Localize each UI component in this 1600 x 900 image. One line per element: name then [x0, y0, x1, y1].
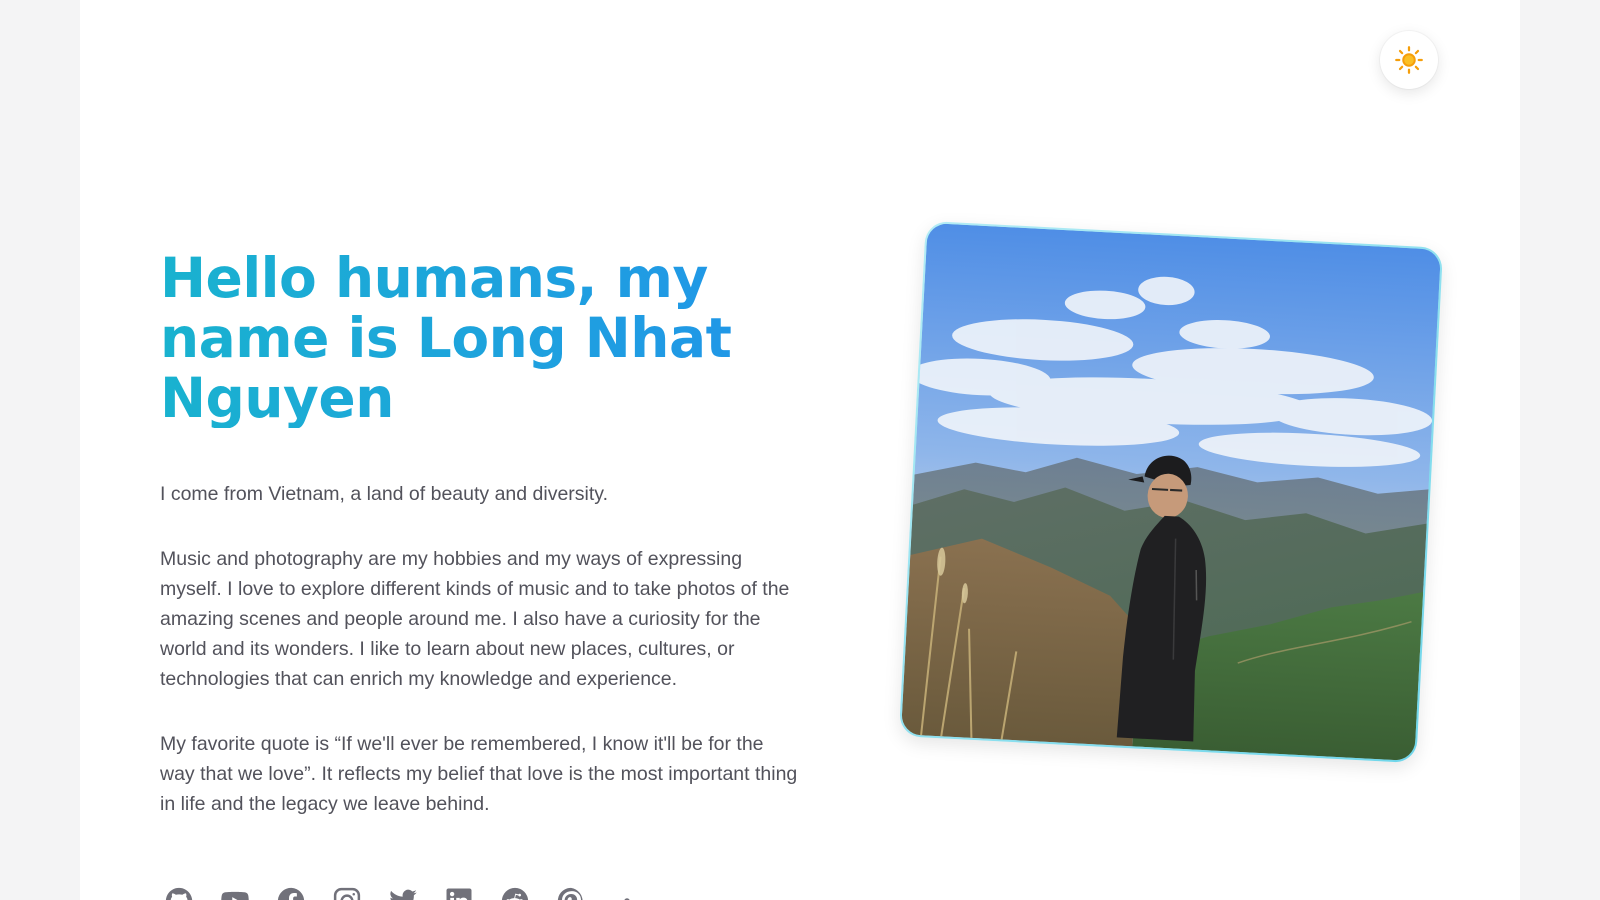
reddit-icon — [501, 887, 529, 900]
github-icon — [165, 887, 193, 900]
more-link[interactable] — [612, 886, 642, 900]
linkedin-icon — [446, 888, 472, 900]
intro-paragraph-quote: My favorite quote is “If we'll ever be r… — [160, 733, 798, 815]
youtube-icon — [221, 891, 249, 900]
sun-icon — [1395, 46, 1423, 74]
facebook-link[interactable] — [276, 886, 306, 900]
social-links — [164, 886, 642, 900]
intro-paragraph-hobbies: Music and photography are my hobbies and… — [160, 548, 790, 690]
facebook-icon — [277, 887, 305, 900]
intro-section: Hello humans, my name is Long Nhat Nguye… — [160, 248, 800, 819]
portrait-frame — [898, 220, 1444, 764]
twitter-link[interactable] — [388, 886, 418, 900]
intro-paragraph-origin: I come from Vietnam, a land of beauty an… — [160, 483, 609, 505]
pinterest-link[interactable] — [556, 886, 586, 900]
github-link[interactable] — [164, 886, 194, 900]
page-title: Hello humans, my name is Long Nhat Nguye… — [160, 248, 760, 428]
pinterest-icon — [557, 887, 583, 900]
instagram-link[interactable] — [332, 886, 362, 900]
linkedin-link[interactable] — [444, 886, 474, 900]
youtube-link[interactable] — [220, 886, 250, 900]
more-icon — [624, 898, 630, 900]
instagram-icon — [333, 887, 361, 900]
theme-toggle-button[interactable] — [1380, 31, 1438, 89]
page: Hello humans, my name is Long Nhat Nguye… — [80, 0, 1520, 900]
twitter-icon — [390, 889, 417, 900]
portrait-photo — [900, 222, 1442, 762]
reddit-link[interactable] — [500, 886, 530, 900]
